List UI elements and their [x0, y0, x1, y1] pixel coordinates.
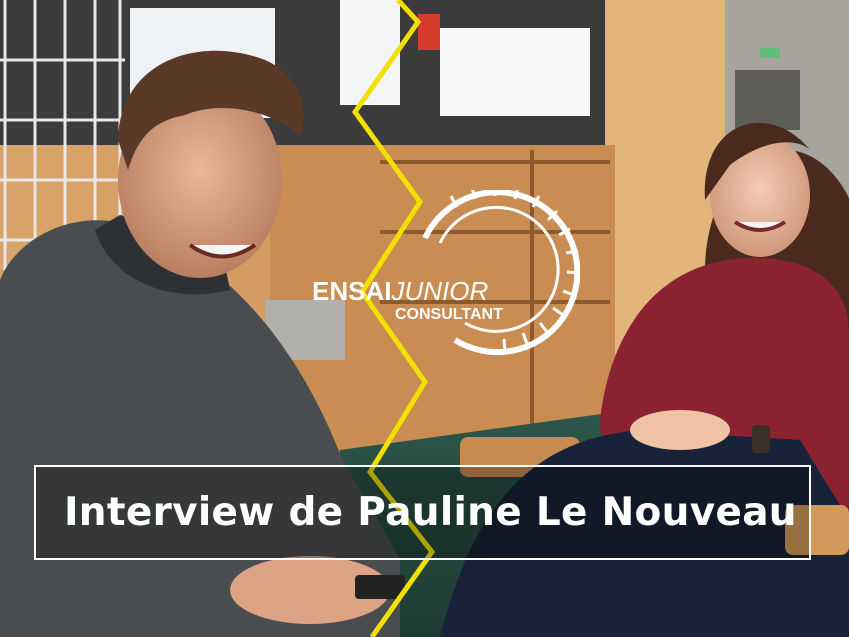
phone: [355, 575, 405, 599]
ensai-junior-consultant-logo: ENSAIJUNIOR CONSULTANT: [300, 184, 581, 380]
exit-sign: [760, 48, 780, 58]
video-thumbnail: ENSAIJUNIOR CONSULTANT Interview de Paul…: [0, 0, 849, 637]
logo-ensai-text: ENSAI: [312, 276, 392, 306]
woman-hands: [630, 410, 730, 450]
interview-title: Interview de Pauline Le Nouveau: [64, 490, 797, 535]
fire-alarm-box: [418, 14, 440, 50]
window: [440, 28, 590, 116]
caption-box: Interview de Pauline Le Nouveau: [34, 465, 811, 560]
wristwatch: [752, 425, 770, 453]
logo-junior-text: JUNIOR: [391, 276, 489, 306]
logo-consultant-text: CONSULTANT: [395, 306, 503, 323]
